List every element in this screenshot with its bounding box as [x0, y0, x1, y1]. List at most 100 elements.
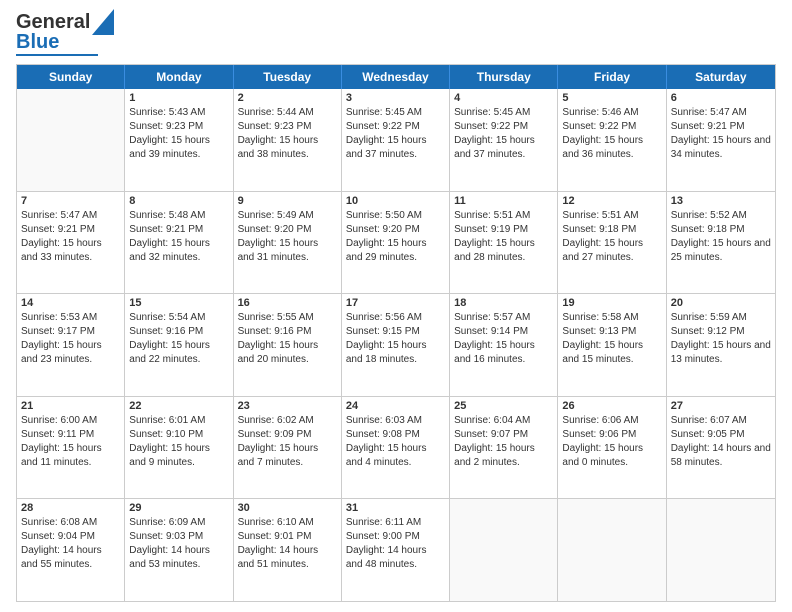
calendar-cell — [667, 499, 775, 601]
calendar-cell — [558, 499, 666, 601]
calendar-cell: 7 Sunrise: 5:47 AMSunset: 9:21 PMDaylight… — [17, 192, 125, 294]
cell-info: Sunrise: 5:54 AMSunset: 9:16 PMDaylight:… — [129, 311, 228, 367]
weekday-header: Sunday — [17, 65, 125, 89]
cell-info: Sunrise: 5:48 AMSunset: 9:21 PMDaylight:… — [129, 209, 228, 265]
cell-info: Sunrise: 6:03 AMSunset: 9:08 PMDaylight:… — [346, 414, 445, 470]
calendar-body: 1 Sunrise: 5:43 AMSunset: 9:23 PMDaylight… — [17, 89, 775, 601]
day-number: 14 — [21, 297, 120, 309]
weekday-header: Wednesday — [342, 65, 450, 89]
day-number: 27 — [671, 400, 771, 412]
calendar-cell: 28 Sunrise: 6:08 AMSunset: 9:04 PMDayligh… — [17, 499, 125, 601]
day-number: 11 — [454, 195, 553, 207]
weekday-header: Saturday — [667, 65, 775, 89]
cell-info: Sunrise: 5:49 AMSunset: 9:20 PMDaylight:… — [238, 209, 337, 265]
cell-info: Sunrise: 5:51 AMSunset: 9:19 PMDaylight:… — [454, 209, 553, 265]
cell-info: Sunrise: 5:45 AMSunset: 9:22 PMDaylight:… — [454, 106, 553, 162]
calendar-cell: 6Sunrise: 5:47 AMSunset: 9:21 PMDaylight… — [667, 89, 775, 191]
logo: General Blue — [16, 12, 114, 56]
calendar-cell: 10 Sunrise: 5:50 AMSunset: 9:20 PMDayligh… — [342, 192, 450, 294]
calendar-cell: 8 Sunrise: 5:48 AMSunset: 9:21 PMDaylight… — [125, 192, 233, 294]
day-number: 7 — [21, 195, 120, 207]
calendar-cell: 16 Sunrise: 5:55 AMSunset: 9:16 PMDayligh… — [234, 294, 342, 396]
day-number: 12 — [562, 195, 661, 207]
calendar-header: SundayMondayTuesdayWednesdayThursdayFrid… — [17, 65, 775, 89]
day-number: 5 — [562, 92, 661, 104]
cell-info: Sunrise: 5:47 AMSunset: 9:21 PMDaylight:… — [671, 106, 771, 162]
cell-info: Sunrise: 6:01 AMSunset: 9:10 PMDaylight:… — [129, 414, 228, 470]
calendar-cell: 20Sunrise: 5:59 AMSunset: 9:12 PMDayligh… — [667, 294, 775, 396]
calendar-cell: 4 Sunrise: 5:45 AMSunset: 9:22 PMDaylight… — [450, 89, 558, 191]
day-number: 16 — [238, 297, 337, 309]
cell-info: Sunrise: 5:46 AMSunset: 9:22 PMDaylight:… — [562, 106, 661, 162]
cell-info: Sunrise: 5:50 AMSunset: 9:20 PMDaylight:… — [346, 209, 445, 265]
cell-info: Sunrise: 5:47 AMSunset: 9:21 PMDaylight:… — [21, 209, 120, 265]
logo-text: General Blue — [16, 12, 90, 52]
calendar-cell: 26 Sunrise: 6:06 AMSunset: 9:06 PMDayligh… — [558, 397, 666, 499]
cell-info: Sunrise: 5:45 AMSunset: 9:22 PMDaylight:… — [346, 106, 445, 162]
calendar-cell: 3Sunrise: 5:45 AMSunset: 9:22 PMDaylight… — [342, 89, 450, 191]
calendar-cell: 22 Sunrise: 6:01 AMSunset: 9:10 PMDayligh… — [125, 397, 233, 499]
day-number: 28 — [21, 502, 120, 514]
cell-info: Sunrise: 6:00 AMSunset: 9:11 PMDaylight:… — [21, 414, 120, 470]
cell-info: Sunrise: 6:07 AMSunset: 9:05 PMDaylight:… — [671, 414, 771, 470]
cell-info: Sunrise: 5:43 AMSunset: 9:23 PMDaylight:… — [129, 106, 228, 162]
day-number: 19 — [562, 297, 661, 309]
calendar-cell: 30 Sunrise: 6:10 AMSunset: 9:01 PMDayligh… — [234, 499, 342, 601]
day-number: 26 — [562, 400, 661, 412]
header: General Blue — [16, 12, 776, 56]
calendar-cell: 25 Sunrise: 6:04 AMSunset: 9:07 PMDayligh… — [450, 397, 558, 499]
day-number: 1 — [129, 92, 228, 104]
calendar-row: 7 Sunrise: 5:47 AMSunset: 9:21 PMDaylight… — [17, 191, 775, 294]
calendar-row: 28 Sunrise: 6:08 AMSunset: 9:04 PMDayligh… — [17, 498, 775, 601]
day-number: 10 — [346, 195, 445, 207]
calendar-cell: 14 Sunrise: 5:53 AMSunset: 9:17 PMDayligh… — [17, 294, 125, 396]
calendar-cell: 29Sunrise: 6:09 AMSunset: 9:03 PMDayligh… — [125, 499, 233, 601]
day-number: 20 — [671, 297, 771, 309]
day-number: 2 — [238, 92, 337, 104]
day-number: 13 — [671, 195, 771, 207]
logo-triangle-icon — [92, 9, 114, 35]
day-number: 17 — [346, 297, 445, 309]
calendar-cell: 9 Sunrise: 5:49 AMSunset: 9:20 PMDaylight… — [234, 192, 342, 294]
cell-info: Sunrise: 5:52 AMSunset: 9:18 PMDaylight:… — [671, 209, 771, 265]
calendar-cell: 23 Sunrise: 6:02 AMSunset: 9:09 PMDayligh… — [234, 397, 342, 499]
calendar: SundayMondayTuesdayWednesdayThursdayFrid… — [16, 64, 776, 602]
cell-info: Sunrise: 6:10 AMSunset: 9:01 PMDaylight:… — [238, 516, 337, 572]
calendar-cell: 17 Sunrise: 5:56 AMSunset: 9:15 PMDayligh… — [342, 294, 450, 396]
day-number: 4 — [454, 92, 553, 104]
cell-info: Sunrise: 5:57 AMSunset: 9:14 PMDaylight:… — [454, 311, 553, 367]
cell-info: Sunrise: 5:51 AMSunset: 9:18 PMDaylight:… — [562, 209, 661, 265]
weekday-header: Thursday — [450, 65, 558, 89]
cell-info: Sunrise: 5:53 AMSunset: 9:17 PMDaylight:… — [21, 311, 120, 367]
cell-info: Sunrise: 6:09 AMSunset: 9:03 PMDaylight:… — [129, 516, 228, 572]
calendar-cell: 27 Sunrise: 6:07 AMSunset: 9:05 PMDayligh… — [667, 397, 775, 499]
cell-info: Sunrise: 6:02 AMSunset: 9:09 PMDaylight:… — [238, 414, 337, 470]
calendar-cell: 21Sunrise: 6:00 AMSunset: 9:11 PMDayligh… — [17, 397, 125, 499]
weekday-header: Friday — [558, 65, 666, 89]
calendar-cell — [17, 89, 125, 191]
day-number: 24 — [346, 400, 445, 412]
day-number: 23 — [238, 400, 337, 412]
cell-info: Sunrise: 6:04 AMSunset: 9:07 PMDaylight:… — [454, 414, 553, 470]
calendar-cell: 2Sunrise: 5:44 AMSunset: 9:23 PMDaylight… — [234, 89, 342, 191]
calendar-row: 21Sunrise: 6:00 AMSunset: 9:11 PMDayligh… — [17, 396, 775, 499]
day-number: 15 — [129, 297, 228, 309]
day-number: 8 — [129, 195, 228, 207]
day-number: 25 — [454, 400, 553, 412]
weekday-header: Tuesday — [234, 65, 342, 89]
day-number: 18 — [454, 297, 553, 309]
cell-info: Sunrise: 6:08 AMSunset: 9:04 PMDaylight:… — [21, 516, 120, 572]
day-number: 31 — [346, 502, 445, 514]
cell-info: Sunrise: 6:06 AMSunset: 9:06 PMDaylight:… — [562, 414, 661, 470]
calendar-cell: 5 Sunrise: 5:46 AMSunset: 9:22 PMDaylight… — [558, 89, 666, 191]
calendar-row: 1 Sunrise: 5:43 AMSunset: 9:23 PMDaylight… — [17, 89, 775, 191]
cell-info: Sunrise: 5:56 AMSunset: 9:15 PMDaylight:… — [346, 311, 445, 367]
calendar-cell: 12 Sunrise: 5:51 AMSunset: 9:18 PMDayligh… — [558, 192, 666, 294]
day-number: 22 — [129, 400, 228, 412]
calendar-cell — [450, 499, 558, 601]
day-number: 30 — [238, 502, 337, 514]
calendar-cell: 19 Sunrise: 5:58 AMSunset: 9:13 PMDayligh… — [558, 294, 666, 396]
cell-info: Sunrise: 5:58 AMSunset: 9:13 PMDaylight:… — [562, 311, 661, 367]
cell-info: Sunrise: 5:55 AMSunset: 9:16 PMDaylight:… — [238, 311, 337, 367]
day-number: 9 — [238, 195, 337, 207]
